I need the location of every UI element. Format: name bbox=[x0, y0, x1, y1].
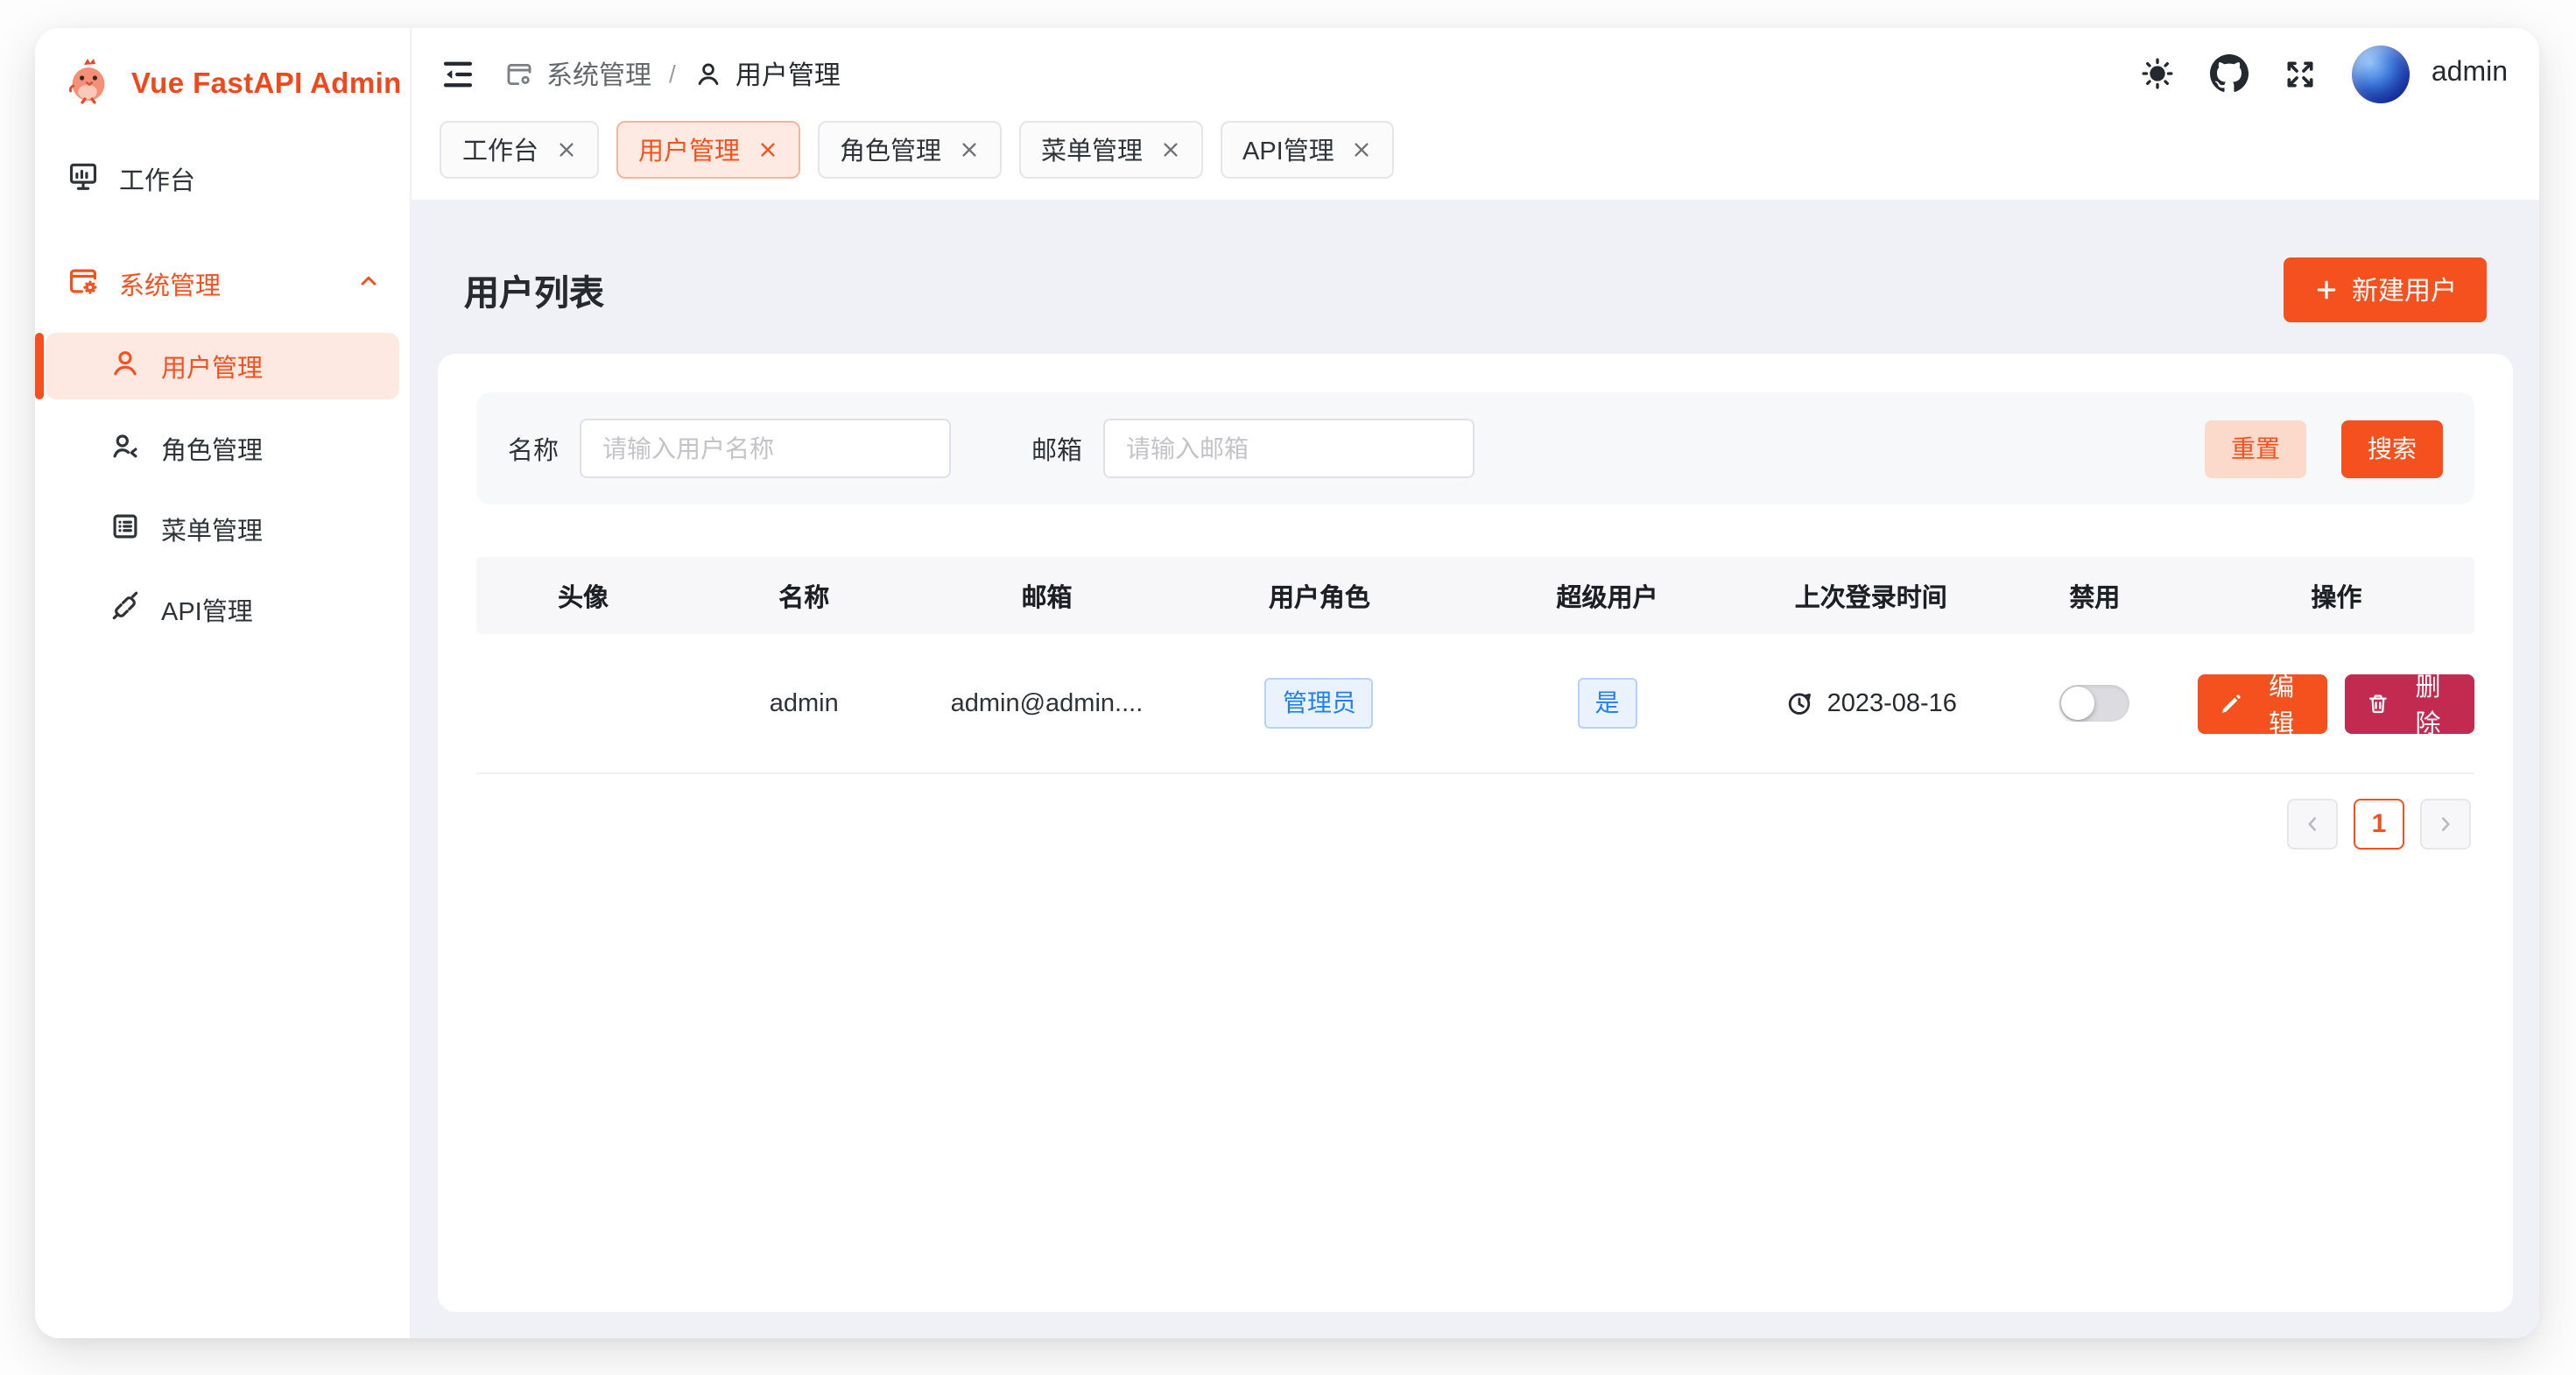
chick-logo-icon bbox=[63, 54, 116, 116]
edit-button[interactable]: 编辑 bbox=[2199, 673, 2327, 733]
pagination-page-1[interactable]: 1 bbox=[2354, 799, 2404, 850]
tab-menu-management[interactable]: 菜单管理 bbox=[1018, 120, 1202, 178]
search-button[interactable]: 搜索 bbox=[2341, 420, 2443, 477]
sidebar-item-user-management[interactable]: 用户管理 bbox=[46, 333, 399, 399]
system-icon bbox=[67, 264, 100, 304]
tab-user-management[interactable]: 用户管理 bbox=[616, 120, 799, 178]
sidebar-menu: 工作台 系统管理 bbox=[35, 126, 410, 655]
tabs-bar: 工作台 用户管理 角色管理 bbox=[412, 119, 2539, 200]
plus-icon bbox=[2313, 276, 2340, 302]
tab-workbench[interactable]: 工作台 bbox=[440, 120, 598, 178]
breadcrumb-item-system[interactable]: 系统管理 bbox=[504, 55, 651, 92]
trash-icon bbox=[2366, 691, 2390, 716]
sidebar: Vue FastAPI Admin 工作台 bbox=[35, 28, 412, 1338]
email-field-label: 邮箱 bbox=[1031, 430, 1082, 467]
workbench-icon bbox=[67, 159, 100, 199]
disabled-toggle[interactable] bbox=[2059, 685, 2129, 722]
reset-button[interactable]: 重置 bbox=[2205, 420, 2306, 477]
clock-icon bbox=[1785, 688, 1815, 718]
main-area: 系统管理 / 用户管理 bbox=[412, 28, 2539, 1338]
pencil-icon bbox=[2220, 691, 2244, 716]
column-header-superuser: 超级用户 bbox=[1463, 577, 1751, 614]
name-input[interactable] bbox=[580, 419, 951, 478]
tab-api-management[interactable]: API管理 bbox=[1220, 120, 1394, 178]
sidebar-item-label: 用户管理 bbox=[161, 348, 263, 384]
sidebar-item-label: 系统管理 bbox=[119, 265, 221, 302]
actions-cell: 编辑 删除 bbox=[2199, 673, 2474, 733]
app-window: Vue FastAPI Admin 工作台 bbox=[35, 28, 2539, 1338]
close-icon[interactable] bbox=[1160, 139, 1179, 159]
column-header-disabled: 禁用 bbox=[1991, 577, 2199, 614]
sidebar-item-label: API管理 bbox=[161, 591, 253, 628]
sidebar-item-workbench[interactable]: 工作台 bbox=[46, 144, 399, 214]
role-cell: 管理员 bbox=[1176, 678, 1464, 730]
new-user-button[interactable]: 新建用户 bbox=[2284, 257, 2487, 321]
column-header-actions: 操作 bbox=[2199, 577, 2474, 614]
name-cell: admin bbox=[690, 689, 918, 717]
chevron-up-icon bbox=[355, 267, 382, 300]
close-icon[interactable] bbox=[1352, 139, 1371, 159]
role-icon bbox=[109, 428, 142, 469]
user-icon bbox=[693, 59, 723, 88]
close-icon[interactable] bbox=[959, 139, 978, 159]
sidebar-item-label: 角色管理 bbox=[161, 430, 263, 467]
app-logo[interactable]: Vue FastAPI Admin bbox=[35, 28, 410, 126]
header-actions: admin bbox=[2141, 45, 2508, 102]
github-icon[interactable] bbox=[2211, 54, 2249, 93]
api-icon bbox=[109, 589, 142, 630]
table-card: 名称 邮箱 重置 搜索 头像 名称 bbox=[438, 354, 2513, 1312]
name-field-label: 名称 bbox=[508, 430, 559, 467]
sidebar-item-role-management[interactable]: 角色管理 bbox=[46, 413, 399, 483]
system-icon bbox=[504, 59, 534, 88]
search-actions: 重置 搜索 bbox=[2205, 420, 2443, 477]
theme-toggle-sun-icon[interactable] bbox=[2141, 56, 2176, 91]
column-header-name: 名称 bbox=[690, 577, 918, 614]
chevron-left-icon bbox=[2301, 813, 2324, 836]
user-avatar[interactable] bbox=[2353, 45, 2411, 102]
column-header-email: 邮箱 bbox=[918, 577, 1175, 614]
menu-icon bbox=[109, 509, 142, 549]
email-input[interactable] bbox=[1103, 419, 1475, 478]
chevron-right-icon bbox=[2434, 813, 2457, 836]
column-header-avatar: 头像 bbox=[476, 577, 690, 614]
fullscreen-icon[interactable] bbox=[2284, 57, 2318, 90]
sidebar-item-label: 工作台 bbox=[119, 160, 195, 197]
column-header-last-login: 上次登录时间 bbox=[1751, 577, 1991, 614]
role-tag: 管理员 bbox=[1265, 678, 1374, 730]
breadcrumb: 系统管理 / 用户管理 bbox=[504, 55, 841, 92]
table-row: admin admin@admin.... 管理员 是 bbox=[476, 634, 2474, 774]
sidebar-item-label: 菜单管理 bbox=[161, 511, 263, 547]
page-title: 用户列表 bbox=[464, 264, 604, 314]
user-icon bbox=[109, 346, 142, 386]
close-icon[interactable] bbox=[556, 139, 575, 159]
pagination-prev-button[interactable] bbox=[2287, 799, 2338, 850]
search-form: 名称 邮箱 重置 搜索 bbox=[476, 392, 2474, 504]
last-login-cell: 2023-08-16 bbox=[1751, 688, 1991, 718]
delete-button[interactable]: 删除 bbox=[2345, 673, 2474, 733]
breadcrumb-separator: / bbox=[669, 60, 676, 88]
page-content: 用户列表 新建用户 名称 邮箱 重置 bbox=[412, 200, 2539, 1338]
top-header: 系统管理 / 用户管理 bbox=[412, 28, 2539, 119]
pagination: 1 bbox=[476, 799, 2474, 850]
sidebar-item-system[interactable]: 系统管理 bbox=[46, 249, 399, 319]
email-cell: admin@admin.... bbox=[918, 689, 1175, 717]
sidebar-item-menu-management[interactable]: 菜单管理 bbox=[46, 494, 399, 564]
sidebar-item-api-management[interactable]: API管理 bbox=[46, 575, 399, 645]
breadcrumb-item-user-management[interactable]: 用户管理 bbox=[693, 55, 841, 92]
app-title: Vue FastAPI Admin bbox=[131, 68, 402, 102]
tab-role-management[interactable]: 角色管理 bbox=[817, 120, 1001, 178]
collapse-sidebar-icon[interactable] bbox=[440, 55, 476, 92]
table-header-row: 头像 名称 邮箱 用户角色 超级用户 上次登录时间 禁用 操作 bbox=[476, 557, 2474, 634]
column-header-role: 用户角色 bbox=[1176, 577, 1464, 614]
disabled-cell bbox=[1991, 685, 2199, 722]
page-title-row: 用户列表 新建用户 bbox=[438, 200, 2513, 354]
toggle-knob bbox=[2061, 687, 2094, 720]
username[interactable]: admin bbox=[2432, 58, 2508, 89]
app-root: Vue FastAPI Admin 工作台 bbox=[0, 0, 2576, 1375]
superuser-cell: 是 bbox=[1463, 678, 1751, 730]
pagination-next-button[interactable] bbox=[2420, 799, 2471, 850]
close-icon[interactable] bbox=[757, 139, 777, 159]
users-table: 头像 名称 邮箱 用户角色 超级用户 上次登录时间 禁用 操作 admin bbox=[476, 557, 2474, 774]
superuser-tag: 是 bbox=[1578, 678, 1637, 730]
